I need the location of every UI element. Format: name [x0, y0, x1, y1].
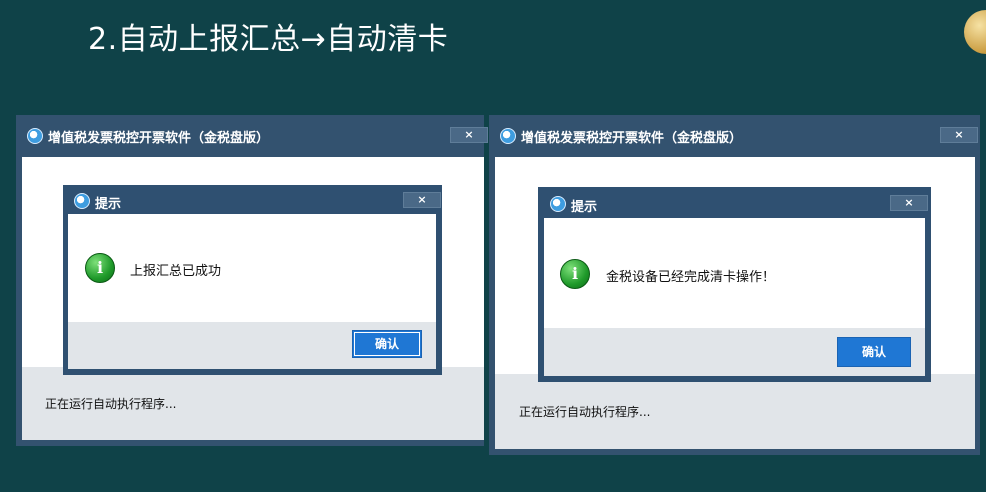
window-titlebar[interactable]: 增值税发票税控开票软件（金税盘版） ×: [489, 115, 980, 155]
slide-title: 2.自动上报汇总→自动清卡: [88, 22, 449, 57]
app-logo-icon: [500, 128, 516, 144]
info-icon: i: [560, 259, 590, 289]
window-titlebar[interactable]: 增值税发票税控开票软件（金税盘版） ×: [16, 115, 488, 155]
dialog-body: i 金税设备已经完成清卡操作！: [544, 218, 925, 328]
window-title: 增值税发票税控开票软件（金税盘版）: [521, 131, 743, 146]
dialog-logo-icon: [550, 196, 566, 212]
dialog-footer: 确认: [544, 328, 925, 376]
window-status-area: 正在运行自动执行程序...: [495, 374, 975, 449]
status-text: 正在运行自动执行程序...: [45, 397, 177, 411]
dialog-close-button[interactable]: ×: [403, 192, 441, 208]
prompt-dialog-2: 提示 × i 金税设备已经完成清卡操作！ 确认: [538, 187, 931, 382]
corner-decoration: [964, 10, 986, 54]
dialog-title: 提示: [95, 197, 122, 212]
window-close-button[interactable]: ×: [450, 127, 488, 143]
window-status-area: 正在运行自动执行程序...: [22, 367, 484, 440]
dialog-body: i 上报汇总已成功: [68, 214, 436, 322]
window-title: 增值税发票税控开票软件（金税盘版）: [48, 131, 270, 146]
app-logo-icon: [27, 128, 43, 144]
dialog-close-button[interactable]: ×: [890, 195, 928, 211]
info-icon: i: [85, 253, 115, 283]
window-close-button[interactable]: ×: [940, 127, 978, 143]
confirm-button[interactable]: 确认: [352, 330, 422, 358]
dialog-message: 上报汇总已成功: [130, 264, 222, 279]
prompt-dialog-1: 提示 × i 上报汇总已成功 确认: [63, 185, 442, 375]
dialog-logo-icon: [74, 193, 90, 209]
dialog-message: 金税设备已经完成清卡操作！: [606, 270, 776, 285]
confirm-button[interactable]: 确认: [837, 337, 911, 367]
status-text: 正在运行自动执行程序...: [519, 405, 651, 419]
dialog-footer: 确认: [68, 322, 436, 369]
dialog-title: 提示: [571, 200, 598, 215]
